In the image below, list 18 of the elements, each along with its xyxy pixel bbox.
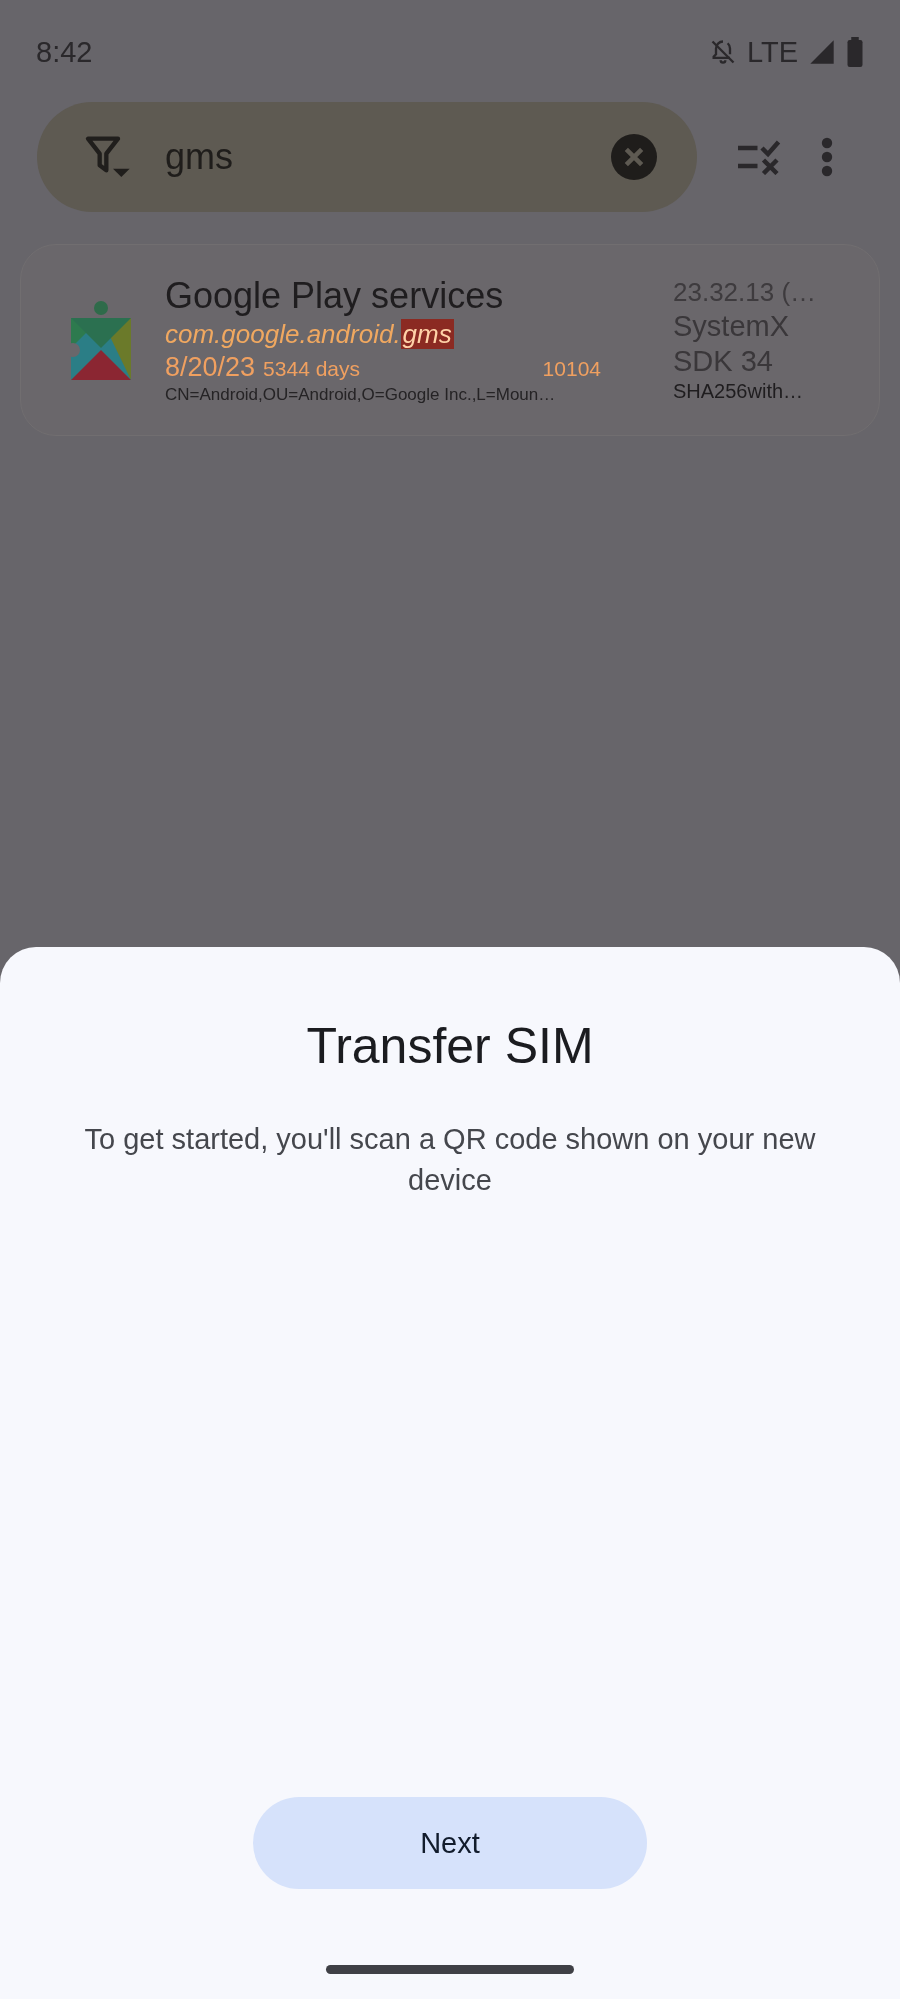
more-options-icon[interactable] [821, 137, 833, 177]
next-button[interactable]: Next [253, 1797, 647, 1889]
app-age: 5344 days [263, 357, 360, 381]
certificate-subject: CN=Android,OU=Android,O=Google Inc.,L=Moun… [165, 385, 557, 405]
signature-algorithm: SHA256with… [673, 380, 805, 403]
status-time: 8:42 [36, 35, 93, 69]
app-name: Google Play services [165, 275, 505, 317]
network-type: LTE [746, 35, 798, 69]
clear-icon[interactable] [611, 134, 657, 180]
puzzle-app-icon [69, 300, 133, 380]
battery-icon [846, 37, 864, 67]
sheet-title: Transfer SIM [306, 1017, 594, 1075]
install-date: 8/20/23 [165, 352, 256, 383]
sheet-message: To get started, you'll scan a QR code shown on your new device [83, 1122, 817, 1198]
package-name: com.google.android.gms [165, 319, 455, 350]
select-toggle-icon[interactable] [735, 139, 783, 175]
app-uid: 10104 [542, 357, 601, 381]
signal-icon [808, 38, 836, 66]
